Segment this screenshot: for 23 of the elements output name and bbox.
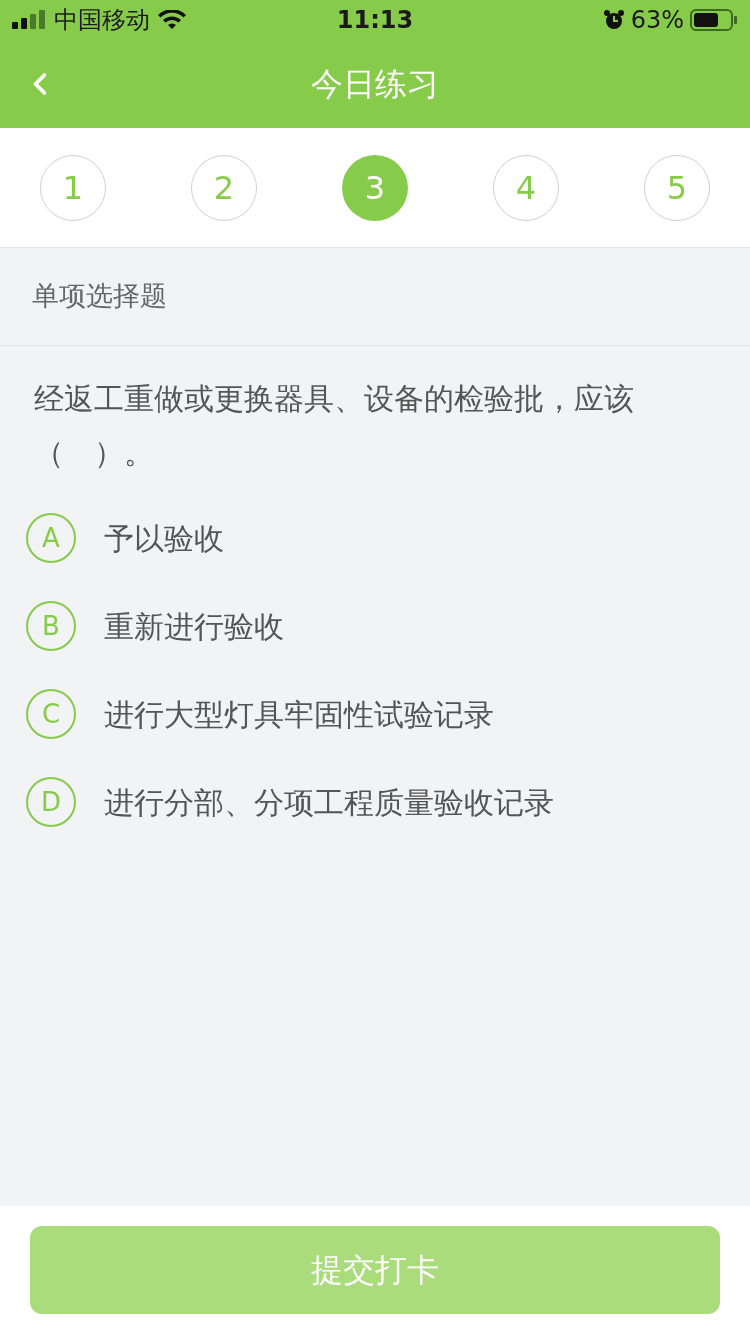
question-number-tab[interactable]: 5: [644, 154, 710, 221]
alarm-clock-icon: [602, 9, 625, 31]
carrier-name: 中国移动: [54, 5, 150, 36]
wifi-icon: [158, 10, 186, 30]
option-letter-button[interactable]: B: [26, 601, 76, 651]
question-text: 经返工重做或更换器具、设备的检验批，应该（ ）。: [34, 380, 635, 472]
option-letter-button[interactable]: C: [26, 689, 76, 739]
question-number-tab[interactable]: 3: [342, 154, 408, 221]
page-title: 今日练习: [311, 64, 439, 105]
signal-icon: [12, 10, 46, 30]
option-text[interactable]: 重新进行验收: [104, 603, 284, 649]
battery-percent: 63%: [630, 5, 684, 36]
option-letter-button[interactable]: A: [26, 513, 76, 563]
option-letter-button[interactable]: D: [26, 777, 76, 827]
question-number-tab[interactable]: 4: [493, 154, 559, 221]
option-text[interactable]: 进行大型灯具牢固性试验记录: [104, 691, 494, 737]
option-text[interactable]: 予以验收: [104, 515, 224, 561]
battery-icon: [690, 9, 738, 31]
question-number-tab[interactable]: 2: [191, 154, 257, 221]
question-number-tab[interactable]: 1: [40, 154, 106, 221]
status-time: 11:13: [336, 5, 414, 36]
question-type: 单项选择题: [32, 279, 167, 314]
option-text[interactable]: 进行分部、分项工程质量验收记录: [104, 779, 554, 825]
